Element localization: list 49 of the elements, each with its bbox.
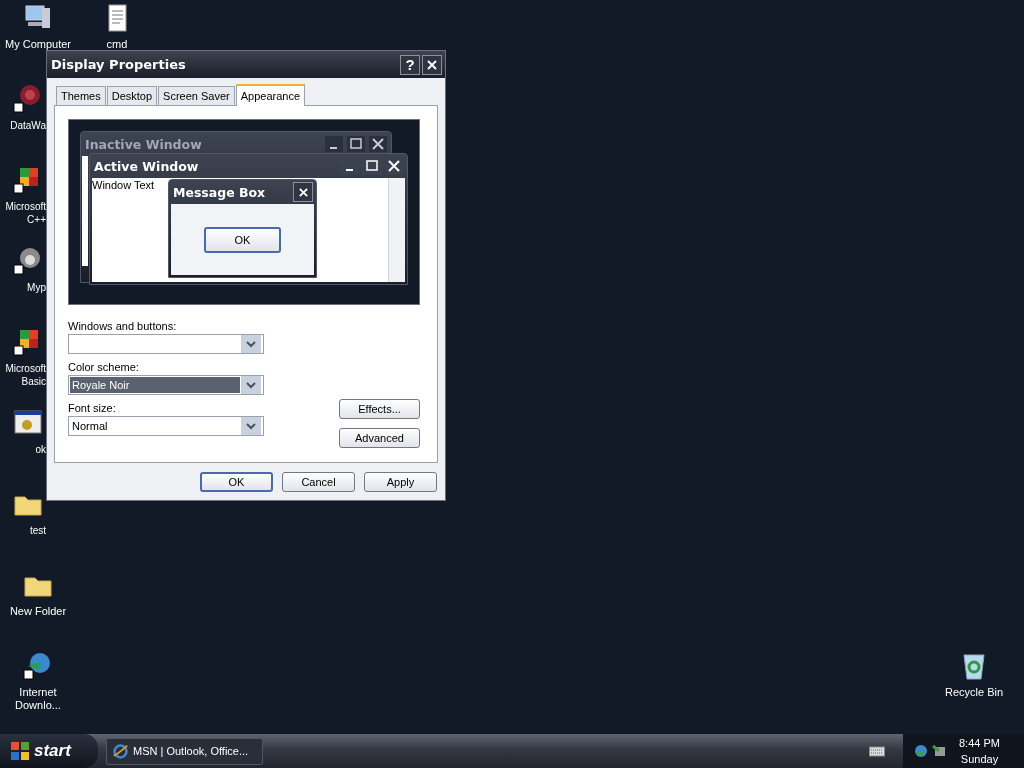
tab[interactable]: Themes <box>56 86 106 105</box>
window-title: Message Box <box>173 184 267 200</box>
windows-logo-icon <box>10 741 30 761</box>
icon-label: ok <box>34 443 46 456</box>
start-button[interactable]: start <box>0 734 98 768</box>
ok-button[interactable]: OK <box>204 226 281 253</box>
field-label: Font size: <box>68 402 117 414</box>
close-icon <box>426 58 438 71</box>
icon-label: DataWa <box>9 119 46 132</box>
dialog-button[interactable]: Advanced <box>339 428 420 448</box>
keyboard-icon[interactable] <box>869 745 885 757</box>
icon-label: test <box>28 524 46 537</box>
clock-day: Sunday <box>960 751 999 767</box>
close-button[interactable] <box>422 54 442 75</box>
dialog-button[interactable]: Cancel <box>282 472 355 492</box>
icon-label: cmd <box>105 38 129 51</box>
close-icon <box>297 186 309 198</box>
icon-label: Microsoft Basic <box>4 362 46 388</box>
icon-label: Microsoft C++ <box>4 200 46 226</box>
browser-icon <box>112 742 129 760</box>
caret-icon <box>240 417 262 435</box>
dialog-button[interactable]: OK <box>200 472 273 492</box>
window-title: Display Properties <box>51 57 187 72</box>
window-controls-icon <box>324 134 388 154</box>
window-title: Inactive Window <box>85 136 203 152</box>
dialog-button[interactable]: Apply <box>364 472 437 492</box>
tab[interactable]: Screen Saver <box>158 86 235 105</box>
field-label: Color scheme: <box>68 361 140 373</box>
window-title: Active Window <box>94 158 200 174</box>
tab[interactable]: Desktop <box>106 86 158 105</box>
icon-label: New Folder <box>8 605 68 618</box>
taskbar-button[interactable]: MSN | Outlook, Office... <box>106 737 263 765</box>
help-button[interactable]: ? <box>400 54 420 75</box>
caret-icon <box>240 376 262 394</box>
dropdown[interactable]: Royale Noir <box>68 375 264 395</box>
dropdown[interactable]: Normal <box>68 416 264 436</box>
close-button[interactable] <box>293 182 313 202</box>
icon-label: Myp <box>26 281 46 294</box>
icon-label: My Computer <box>4 38 72 51</box>
window-text: Window Text <box>92 179 155 191</box>
dropdown[interactable] <box>68 334 264 354</box>
scroll-bar[interactable] <box>388 178 405 282</box>
icon-label: Recycle Bin <box>943 686 1005 699</box>
icon-label: Internet Downlo... <box>14 686 62 712</box>
dialog-button[interactable]: Effects... <box>339 399 420 419</box>
field-label: Windows and buttons: <box>68 320 178 332</box>
clock-time[interactable]: 8:44 PM <box>959 735 1000 751</box>
tab[interactable]: Appearance <box>235 84 306 106</box>
caret-icon <box>240 335 262 353</box>
